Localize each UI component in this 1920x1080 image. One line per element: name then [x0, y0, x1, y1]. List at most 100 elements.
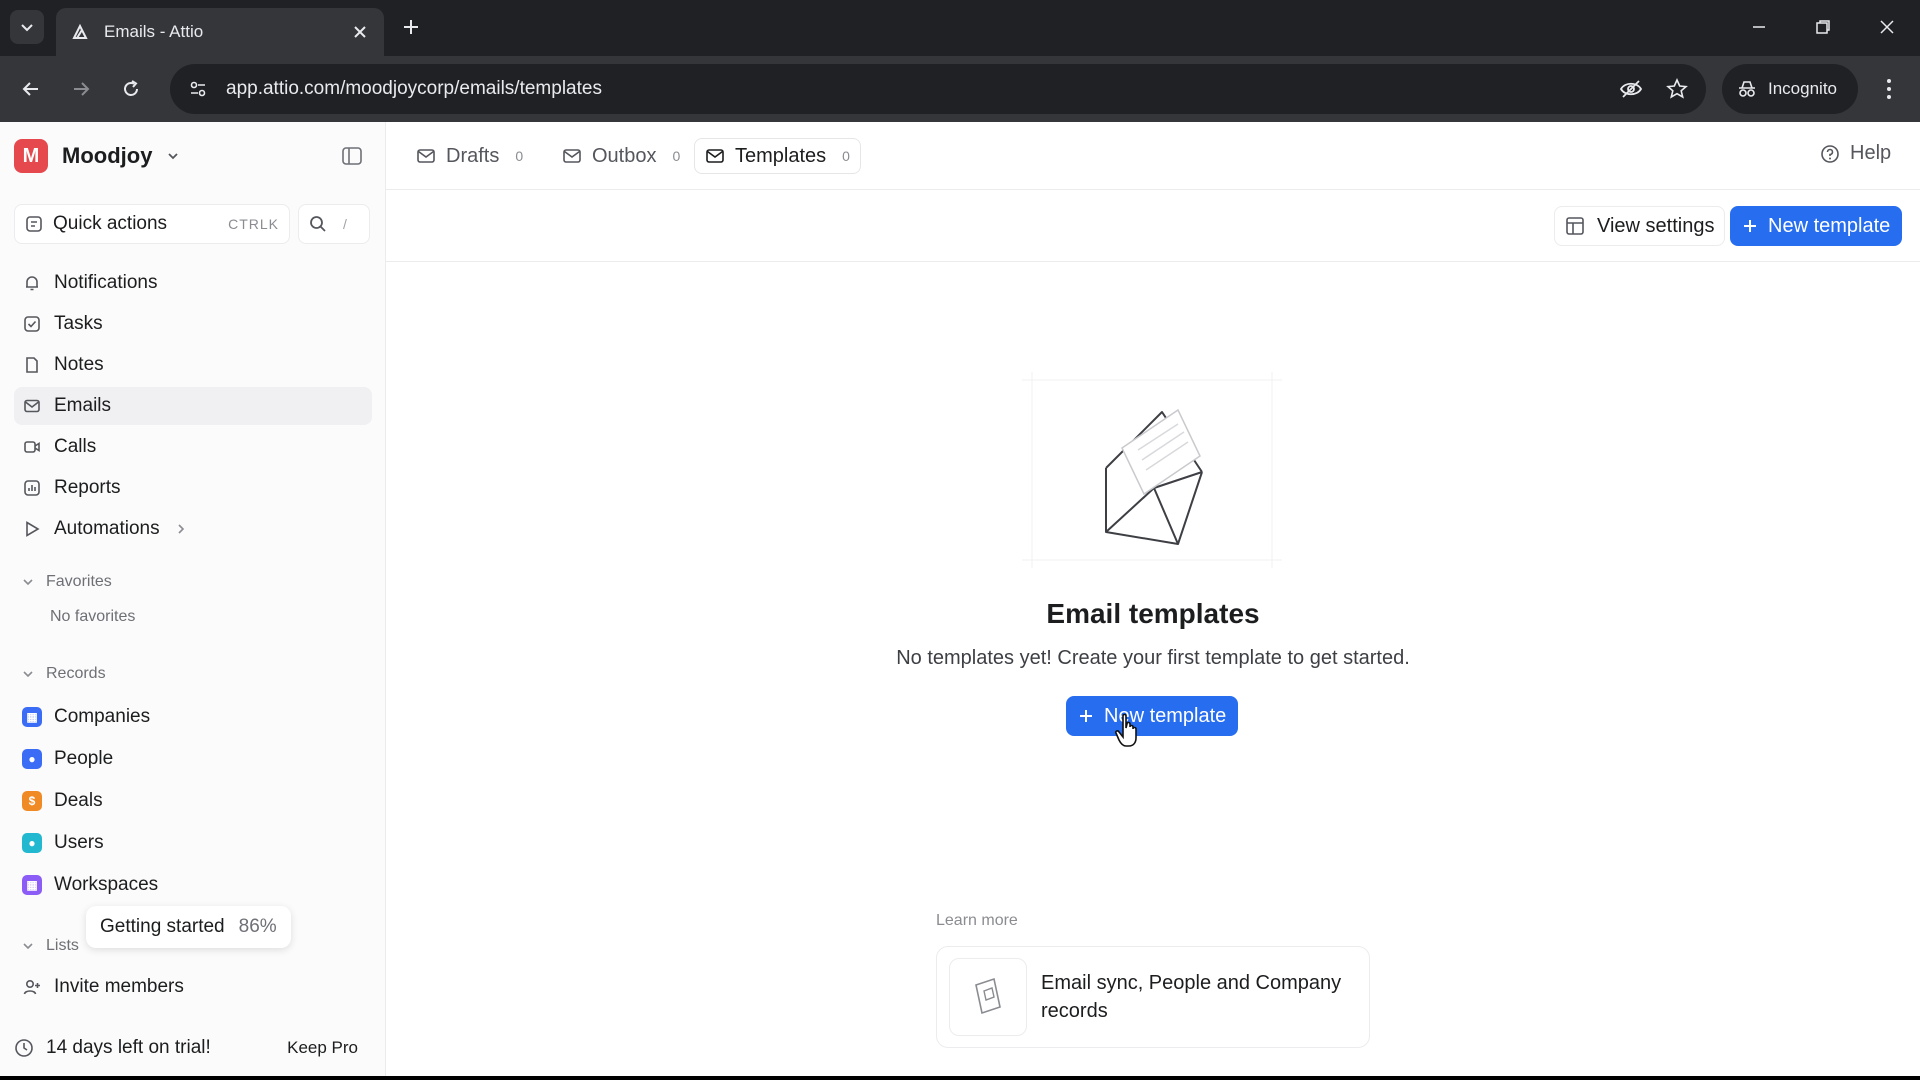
quick-actions-button[interactable]: Quick actions CTRLK	[14, 204, 290, 244]
learn-more-label: Learn more	[936, 912, 1018, 929]
lists-section-toggle[interactable]: Lists	[22, 934, 79, 958]
minimize-icon[interactable]	[1744, 12, 1774, 42]
eye-off-icon[interactable]	[1614, 72, 1648, 106]
no-favorites-text: No favorites	[50, 608, 136, 625]
nav-label: Notes	[54, 354, 104, 375]
getting-started-popover[interactable]: Getting started 86%	[86, 906, 291, 948]
new-template-button[interactable]: New template	[1066, 696, 1239, 736]
search-button[interactable]: /	[298, 204, 370, 244]
tab-search-button[interactable]	[10, 10, 44, 44]
browser-tab-title: Emails - Attio	[104, 22, 204, 41]
learn-more-card[interactable]: Email sync, People and Company records	[936, 946, 1370, 1048]
tab-label: Outbox	[592, 144, 657, 167]
address-bar[interactable]: app.attio.com/moodjoycorp/emails/templat…	[170, 64, 1706, 114]
screen-bottom-edge	[0, 1076, 1920, 1080]
template-mail-icon	[706, 149, 724, 163]
sidebar: M Moodjoy Quick actions CTRLK / Notifica…	[0, 122, 386, 1076]
incognito-label: Incognito	[1768, 79, 1837, 98]
help-icon	[1821, 144, 1839, 163]
document-icon	[949, 958, 1027, 1036]
nav-label: Tasks	[54, 313, 103, 334]
new-template-button-header[interactable]: New template	[1730, 206, 1903, 246]
bell-icon	[22, 273, 42, 293]
view-settings-button[interactable]: View settings	[1554, 206, 1726, 246]
record-label: Deals	[54, 790, 103, 811]
nav-tasks[interactable]: Tasks	[14, 305, 372, 343]
nav-emails[interactable]: Emails	[14, 387, 372, 425]
workspace-name: Moodjoy	[62, 143, 153, 168]
forward-icon[interactable]	[66, 74, 96, 104]
user-plus-icon	[22, 977, 42, 997]
nav-calls[interactable]: Calls	[14, 428, 372, 466]
star-icon[interactable]	[1660, 72, 1694, 106]
nav-automations[interactable]: Automations	[14, 510, 372, 548]
record-label: Workspaces	[54, 874, 159, 895]
chevron-down-icon	[168, 153, 179, 160]
record-deals[interactable]: $ Deals	[14, 782, 372, 820]
chevron-down-icon	[23, 943, 33, 950]
note-icon	[22, 355, 42, 375]
quick-actions-shortcut: CTRLK	[228, 216, 279, 232]
trial-banner: 14 days left on trial! Keep Pro	[14, 1028, 372, 1068]
tab-drafts[interactable]: Drafts 0	[406, 138, 533, 174]
invite-members-button[interactable]: Invite members	[14, 968, 372, 1006]
browser-toolbar: app.attio.com/moodjoycorp/emails/templat…	[0, 56, 1920, 122]
help-button[interactable]: Help	[1820, 142, 1891, 165]
table-icon	[1566, 217, 1584, 235]
deal-icon: $	[22, 791, 42, 811]
nav-label: Calls	[54, 436, 97, 457]
site-info-icon[interactable]	[176, 67, 220, 111]
person-icon: ●	[22, 749, 42, 769]
emails-tabs-bar: Drafts 0 Outbox 0 Templates 0 Help	[386, 122, 1920, 190]
record-people[interactable]: ● People	[14, 740, 372, 778]
tab-outbox[interactable]: Outbox 0	[552, 138, 690, 174]
record-label: People	[54, 748, 114, 769]
templates-action-bar: View settings New template	[386, 190, 1920, 262]
empty-state-title: Email templates	[1046, 598, 1260, 629]
nav-reports[interactable]: Reports	[14, 469, 372, 507]
record-users[interactable]: ● Users	[14, 824, 372, 862]
browser-tabbar: Emails - Attio	[0, 0, 1920, 56]
chevron-right-icon	[178, 524, 184, 534]
video-icon	[22, 437, 42, 457]
building-icon: ▦	[22, 707, 42, 727]
nav-label: Reports	[54, 477, 121, 498]
restore-icon[interactable]	[1808, 12, 1838, 42]
incognito-badge[interactable]: Incognito	[1722, 64, 1858, 114]
reload-icon[interactable]	[116, 74, 146, 104]
lists-label: Lists	[46, 937, 79, 954]
tab-templates[interactable]: Templates 0	[694, 138, 861, 174]
records-label: Records	[46, 665, 106, 682]
quick-actions-label: Quick actions	[53, 213, 168, 234]
play-icon	[22, 519, 42, 539]
records-section-toggle[interactable]: Records	[22, 662, 106, 686]
record-companies[interactable]: ▦ Companies	[14, 698, 372, 736]
help-label: Help	[1850, 142, 1892, 164]
nav-notes[interactable]: Notes	[14, 346, 372, 384]
chevron-down-icon	[23, 671, 33, 678]
plus-icon	[1744, 220, 1756, 232]
browser-tab-active[interactable]: Emails - Attio	[56, 8, 384, 56]
trial-text: 14 days left on trial!	[46, 1037, 211, 1058]
new-tab-icon[interactable]	[398, 14, 424, 40]
record-workspaces[interactable]: ▦ Workspaces	[14, 866, 372, 904]
record-label: Companies	[54, 706, 151, 727]
chart-icon	[22, 478, 42, 498]
collapse-sidebar-icon[interactable]	[338, 142, 366, 170]
clock-icon	[15, 1039, 33, 1057]
nav-notifications[interactable]: Notifications	[14, 264, 372, 302]
workspace-switcher[interactable]: M Moodjoy	[14, 138, 180, 174]
tab-label: Drafts	[446, 144, 500, 167]
view-settings-label: View settings	[1597, 214, 1715, 237]
chevron-down-icon	[21, 24, 33, 32]
close-window-icon[interactable]	[1872, 12, 1902, 42]
back-icon[interactable]	[16, 74, 46, 104]
workspace-logo: M	[14, 139, 48, 173]
favorites-section-toggle[interactable]: Favorites	[22, 570, 112, 594]
invite-label: Invite members	[54, 976, 184, 997]
tab-count: 0	[515, 148, 524, 164]
keep-pro-button[interactable]: Keep Pro	[287, 1038, 358, 1058]
learn-more-card-text: Email sync, People and Company records	[1041, 972, 1342, 1022]
close-tab-icon[interactable]	[350, 22, 370, 42]
browser-menu-icon[interactable]	[1874, 74, 1904, 104]
